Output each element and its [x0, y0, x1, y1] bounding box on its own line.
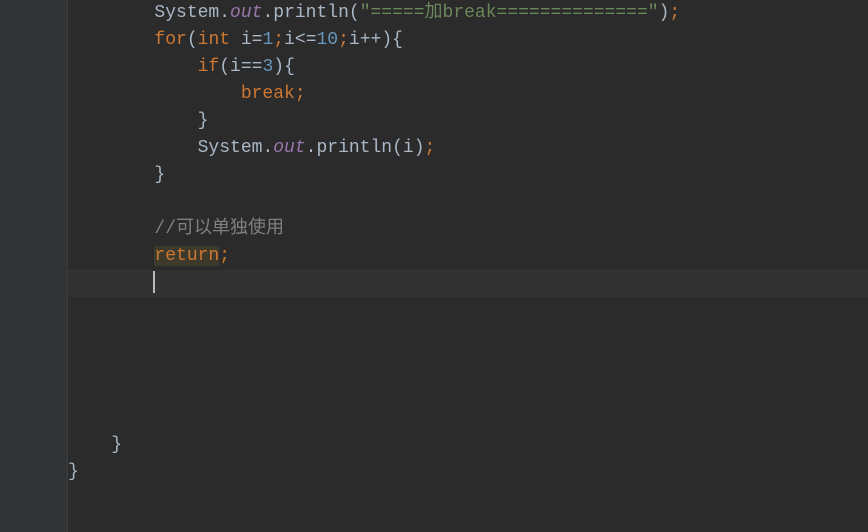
code-line[interactable]: if(i==3){ — [68, 54, 868, 81]
rbrace: } — [68, 462, 79, 482]
rbrace: } — [154, 165, 165, 185]
static-field-out: out — [273, 138, 305, 158]
semicolon: ; — [669, 3, 680, 23]
code-line[interactable]: //可以单独使用 — [68, 216, 868, 243]
keyword-if: if — [198, 57, 220, 77]
string-literal: "=====加break==============" — [360, 3, 659, 23]
code-line[interactable] — [68, 405, 868, 432]
var-i: i — [230, 57, 241, 77]
text-cursor — [153, 271, 155, 293]
semicolon: ; — [338, 30, 349, 50]
keyword-return: return — [154, 246, 219, 266]
lparen: ( — [219, 57, 230, 77]
code-line[interactable]: } — [68, 108, 868, 135]
keyword-int: int — [198, 30, 230, 50]
code-line-current[interactable] — [68, 270, 868, 297]
keyword-break: break — [241, 84, 295, 104]
code-line[interactable] — [68, 378, 868, 405]
dot: . — [262, 3, 273, 23]
code-line[interactable] — [68, 297, 868, 324]
keyword-for: for — [154, 30, 186, 50]
editor-gutter — [0, 0, 68, 532]
lparen: ( — [187, 30, 198, 50]
lparen: ( — [349, 3, 360, 23]
equals: = — [252, 30, 263, 50]
code-line[interactable]: } — [68, 432, 868, 459]
code-line[interactable]: } — [68, 162, 868, 189]
number-3: 3 — [262, 57, 273, 77]
semicolon: ; — [273, 30, 284, 50]
semicolon: ; — [425, 138, 436, 158]
code-line[interactable] — [68, 324, 868, 351]
static-field-out: out — [230, 3, 262, 23]
semicolon: ; — [219, 246, 230, 266]
rbrace: } — [198, 111, 209, 131]
code-line[interactable]: break; — [68, 81, 868, 108]
lparen: ( — [392, 138, 403, 158]
number-1: 1 — [262, 30, 273, 50]
rparen: ) — [273, 57, 284, 77]
rbrace: } — [111, 435, 122, 455]
lbrace: { — [392, 30, 403, 50]
equals-equals: == — [241, 57, 263, 77]
code-line[interactable]: System.out.println("=====加break=========… — [68, 0, 868, 27]
dot: . — [262, 138, 273, 158]
code-line[interactable]: System.out.println(i); — [68, 135, 868, 162]
dot: . — [219, 3, 230, 23]
method-println: println — [316, 138, 392, 158]
code-editor[interactable]: System.out.println("=====加break=========… — [68, 0, 868, 532]
rparen: ) — [659, 3, 670, 23]
dot: . — [306, 138, 317, 158]
semicolon: ; — [295, 84, 306, 104]
class-ref: System — [154, 3, 219, 23]
code-line[interactable]: } — [68, 459, 868, 486]
lbrace: { — [284, 57, 295, 77]
code-line[interactable] — [68, 351, 868, 378]
comment: //可以单独使用 — [154, 219, 284, 239]
number-10: 10 — [317, 30, 339, 50]
rparen: ) — [414, 138, 425, 158]
cond: i<= — [284, 30, 316, 50]
rparen: ) — [381, 30, 392, 50]
increment: i++ — [349, 30, 381, 50]
code-line[interactable] — [68, 189, 868, 216]
var-i: i — [230, 30, 252, 50]
code-line[interactable]: for(int i=1;i<=10;i++){ — [68, 27, 868, 54]
method-println: println — [273, 3, 349, 23]
code-line[interactable]: return; — [68, 243, 868, 270]
var-i: i — [403, 138, 414, 158]
class-ref: System — [198, 138, 263, 158]
